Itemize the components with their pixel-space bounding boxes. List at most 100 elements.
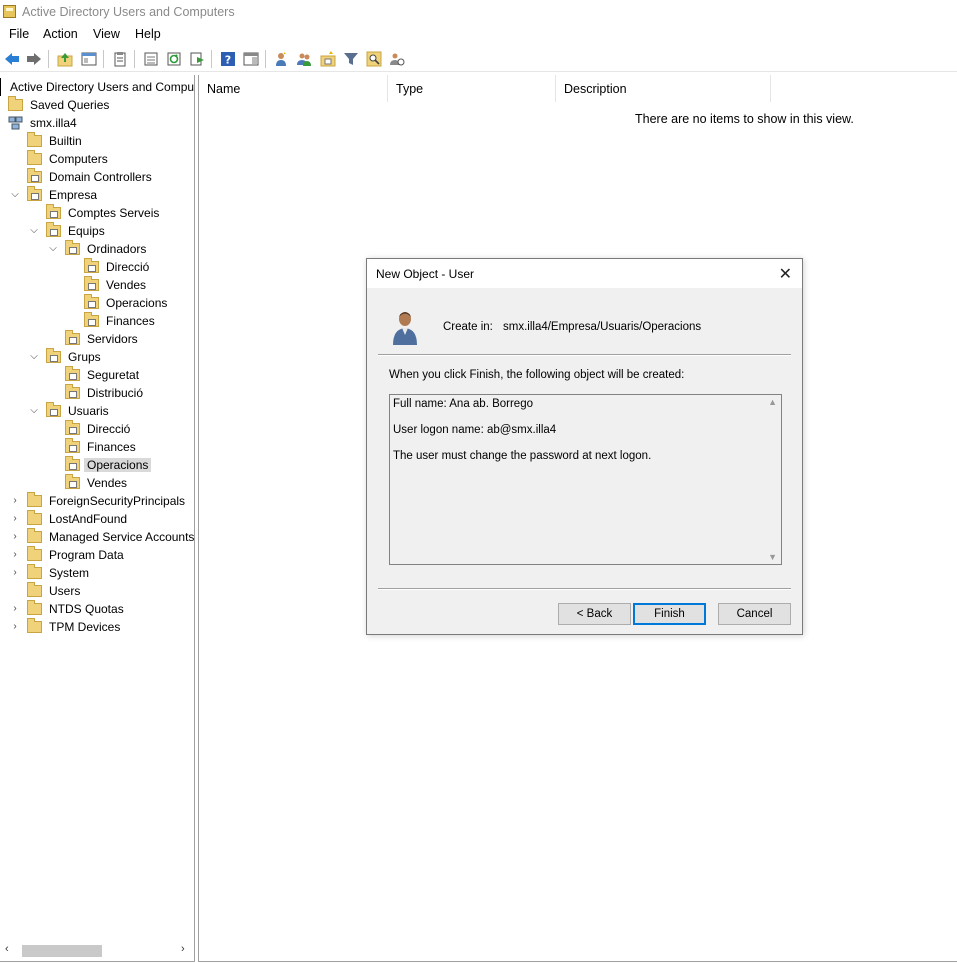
show-pane-icon[interactable] (243, 51, 259, 67)
finish-button[interactable]: Finish (633, 603, 706, 625)
chevron-right-icon[interactable]: › (10, 618, 20, 636)
tree-item-ordinadors-direccio[interactable]: Direcció (84, 258, 152, 276)
tree-item-ordinadors-operacions[interactable]: Operacions (84, 294, 170, 312)
chevron-down-icon[interactable]: ⌵ (29, 348, 39, 366)
tree-item-seguretat[interactable]: Seguretat (65, 366, 142, 384)
user-icon (393, 312, 417, 345)
console-tree-icon[interactable] (81, 51, 97, 67)
menu-help[interactable]: Help (135, 27, 161, 41)
tree-item-usuaris-operacions[interactable]: Operacions (65, 456, 152, 474)
chevron-down-icon[interactable]: ⌵ (29, 222, 39, 240)
tree-item-lostandfound[interactable]: LostAndFound (27, 510, 130, 528)
tree-label: smx.illa4 (30, 116, 77, 130)
tree-label: Servidors (87, 332, 138, 346)
dialog-title: New Object - User (376, 267, 475, 281)
chevron-right-icon[interactable]: › (10, 510, 20, 528)
scrollbar-thumb[interactable] (22, 945, 102, 957)
scroll-up-icon[interactable]: ▲ (768, 397, 777, 407)
tree-label: Finances (106, 314, 155, 328)
summary-password-note: The user must change the password at nex… (393, 450, 652, 462)
up-folder-icon[interactable] (57, 51, 73, 67)
ou-folder-icon (46, 348, 61, 363)
scroll-left-icon[interactable]: ‹ (5, 943, 9, 955)
tree-item-computers[interactable]: Computers (27, 150, 111, 168)
summary-textbox[interactable]: Full name: Ana ab. Borrego User logon na… (389, 394, 782, 565)
tree-item-ntds-quotas[interactable]: NTDS Quotas (27, 600, 127, 618)
tree-item-tpm-devices[interactable]: TPM Devices (27, 618, 123, 636)
tree-item-saved-queries[interactable]: Saved Queries (8, 96, 112, 114)
tree-item-system[interactable]: System (27, 564, 92, 582)
ou-folder-icon (65, 474, 80, 489)
tree-item-ordinadors-finances[interactable]: Finances (84, 312, 158, 330)
tree-item-domain[interactable]: smx.illa4 (8, 114, 80, 132)
tree-root[interactable]: Active Directory Users and Computers (0, 78, 194, 96)
ou-folder-icon (46, 402, 61, 417)
chevron-right-icon[interactable]: › (10, 528, 20, 546)
tree-item-usuaris-finances[interactable]: Finances (65, 438, 139, 456)
ou-folder-icon (65, 384, 80, 399)
tree-item-ordinadors[interactable]: Ordinadors (65, 240, 149, 258)
tree-item-usuaris[interactable]: Usuaris (46, 402, 112, 420)
cancel-button[interactable]: Cancel (718, 603, 791, 625)
tree-item-users[interactable]: Users (27, 582, 83, 600)
tree-item-program-data[interactable]: Program Data (27, 546, 127, 564)
chevron-right-icon[interactable]: › (10, 492, 20, 510)
folder-icon (27, 150, 42, 165)
folder-icon (8, 96, 23, 111)
back-icon[interactable] (4, 51, 20, 67)
properties-icon[interactable] (112, 51, 128, 67)
new-group-icon[interactable] (296, 51, 312, 67)
scroll-right-icon[interactable]: › (181, 943, 185, 955)
toolbar-separator (211, 50, 212, 68)
tree-item-domain-controllers[interactable]: Domain Controllers (27, 168, 155, 186)
tree-item-distribucio[interactable]: Distribució (65, 384, 146, 402)
column-header-type[interactable]: Type (388, 75, 556, 102)
tree-item-servidors[interactable]: Servidors (65, 330, 141, 348)
chevron-right-icon[interactable]: › (10, 546, 20, 564)
tree-item-foreign-security-principals[interactable]: ForeignSecurityPrincipals (27, 492, 188, 510)
menu-view[interactable]: View (93, 27, 120, 41)
chevron-right-icon[interactable]: › (10, 564, 20, 582)
new-ou-icon[interactable] (320, 51, 336, 67)
chevron-down-icon[interactable]: ⌵ (48, 240, 58, 258)
tree-item-empresa[interactable]: Empresa (27, 186, 100, 204)
menu-file[interactable]: File (9, 27, 29, 41)
delegate-icon[interactable] (389, 51, 405, 67)
close-icon[interactable]: ✕ (779, 264, 792, 284)
toolbar-separator (48, 50, 49, 68)
tree-label: ForeignSecurityPrincipals (49, 494, 186, 508)
chevron-down-icon[interactable]: ⌵ (10, 186, 20, 204)
tree-item-comptes-serveis[interactable]: Comptes Serveis (46, 204, 162, 222)
help-icon[interactable]: ? (220, 51, 236, 67)
chevron-down-icon[interactable]: ⌵ (29, 402, 39, 420)
tree-item-usuaris-direccio[interactable]: Direcció (65, 420, 133, 438)
console-tree[interactable]: Active Directory Users and Computers Sav… (0, 75, 195, 962)
tree-item-usuaris-vendes[interactable]: Vendes (65, 474, 130, 492)
export-icon[interactable] (189, 51, 205, 67)
scroll-down-icon[interactable]: ▼ (768, 552, 777, 562)
divider (378, 588, 791, 590)
ou-folder-icon (65, 240, 80, 255)
chevron-right-icon[interactable]: › (10, 600, 20, 618)
folder-icon (27, 132, 42, 147)
tree-item-managed-service-accounts[interactable]: Managed Service Accounts (27, 528, 194, 546)
tree-horizontal-scrollbar[interactable]: ‹ › (0, 942, 195, 960)
tree-item-equips[interactable]: Equips (46, 222, 108, 240)
svg-text:?: ? (225, 54, 231, 67)
column-header-description[interactable]: Description (556, 75, 771, 102)
tree-label: Direcció (106, 260, 150, 274)
tree-item-ordinadors-vendes[interactable]: Vendes (84, 276, 149, 294)
find-icon[interactable] (366, 51, 382, 67)
export-list-icon[interactable] (143, 51, 159, 67)
column-header-name[interactable]: Name (199, 75, 388, 102)
tree-item-grups[interactable]: Grups (46, 348, 104, 366)
back-button[interactable]: < Back (558, 603, 631, 625)
new-user-icon[interactable] (273, 51, 289, 67)
forward-icon[interactable] (26, 51, 42, 67)
tree-item-builtin[interactable]: Builtin (27, 132, 85, 150)
filter-icon[interactable] (343, 51, 359, 67)
create-in-label: Create in: (443, 321, 493, 333)
refresh-icon[interactable] (166, 51, 182, 67)
menu-action[interactable]: Action (43, 27, 78, 41)
title-bar: Active Directory Users and Computers (0, 0, 957, 25)
